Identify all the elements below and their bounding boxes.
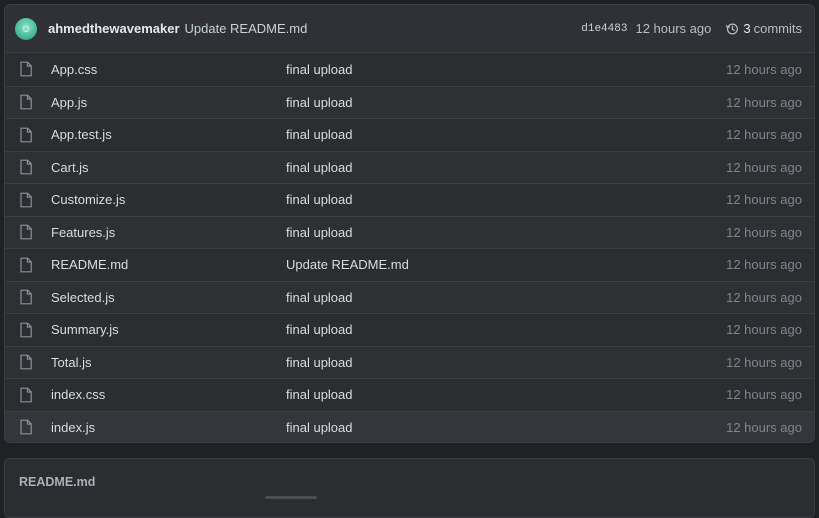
- file-icon: [19, 419, 35, 435]
- file-commit-age: 12 hours ago: [726, 419, 802, 435]
- file-row[interactable]: index.js final upload 12 hours ago: [5, 410, 814, 442]
- file-commit-age: 12 hours ago: [726, 387, 802, 403]
- readme-panel: README.md: [4, 458, 815, 518]
- file-commit-message-link[interactable]: Update README.md: [286, 257, 726, 272]
- file-row[interactable]: Total.js final upload 12 hours ago: [5, 345, 814, 378]
- file-name-link[interactable]: App.js: [51, 95, 286, 110]
- file-name-link[interactable]: index.css: [51, 387, 286, 402]
- file-row[interactable]: Selected.js final upload 12 hours ago: [5, 280, 814, 313]
- commit-time: 12 hours ago: [635, 21, 712, 36]
- file-commit-age: 12 hours ago: [726, 322, 802, 338]
- file-row[interactable]: index.css final upload 12 hours ago: [5, 378, 814, 411]
- file-name-link[interactable]: App.test.js: [51, 127, 286, 142]
- readme-title[interactable]: README.md: [19, 475, 95, 489]
- file-commit-message-link[interactable]: final upload: [286, 355, 726, 370]
- file-commit-message-link[interactable]: final upload: [286, 95, 726, 110]
- file-commit-message-link[interactable]: final upload: [286, 160, 726, 175]
- file-commit-age: 12 hours ago: [726, 159, 802, 175]
- file-name-link[interactable]: Cart.js: [51, 160, 286, 175]
- latest-commit-bar: ☺ ahmedthewavemaker Update README.md d1e…: [5, 5, 814, 53]
- file-commit-message-link[interactable]: final upload: [286, 420, 726, 435]
- readme-divider: [265, 496, 317, 499]
- file-row[interactable]: App.css final upload 12 hours ago: [5, 53, 814, 86]
- file-commit-message-link[interactable]: final upload: [286, 127, 726, 142]
- file-row[interactable]: README.md Update README.md 12 hours ago: [5, 248, 814, 281]
- commits-label: commits: [753, 21, 802, 36]
- file-icon: [19, 127, 35, 143]
- file-commit-age: 12 hours ago: [726, 127, 802, 143]
- file-name-link[interactable]: Summary.js: [51, 322, 286, 337]
- commits-history-link[interactable]: 3 commits: [725, 21, 802, 36]
- file-name-link[interactable]: Customize.js: [51, 192, 286, 207]
- avatar[interactable]: ☺: [15, 17, 37, 40]
- file-row[interactable]: App.js final upload 12 hours ago: [5, 85, 814, 118]
- file-name-link[interactable]: Selected.js: [51, 290, 286, 305]
- file-icon: [19, 322, 35, 338]
- commit-sha-link[interactable]: d1e4483: [581, 23, 627, 35]
- file-commit-message-link[interactable]: final upload: [286, 62, 726, 77]
- file-commit-age: 12 hours ago: [726, 257, 802, 273]
- file-commit-age: 12 hours ago: [726, 61, 802, 77]
- file-icon: [19, 192, 35, 208]
- file-commit-message-link[interactable]: final upload: [286, 225, 726, 240]
- file-row[interactable]: Features.js final upload 12 hours ago: [5, 215, 814, 248]
- history-icon: [726, 22, 739, 35]
- file-commit-age: 12 hours ago: [726, 354, 802, 370]
- file-icon: [19, 289, 35, 305]
- file-browser: ☺ ahmedthewavemaker Update README.md d1e…: [4, 4, 815, 443]
- file-commit-message-link[interactable]: final upload: [286, 322, 726, 337]
- file-name-link[interactable]: Features.js: [51, 225, 286, 240]
- file-name-link[interactable]: README.md: [51, 257, 286, 272]
- file-row[interactable]: App.test.js final upload 12 hours ago: [5, 118, 814, 151]
- file-commit-age: 12 hours ago: [726, 289, 802, 305]
- file-commit-message-link[interactable]: final upload: [286, 192, 726, 207]
- file-icon: [19, 387, 35, 403]
- file-list: App.css final upload 12 hours ago App.js fin…: [5, 53, 814, 442]
- commits-count: 3: [743, 21, 751, 36]
- file-commit-age: 12 hours ago: [726, 94, 802, 110]
- file-name-link[interactable]: Total.js: [51, 355, 286, 370]
- file-name-link[interactable]: App.css: [51, 62, 286, 77]
- file-icon: [19, 61, 35, 77]
- file-icon: [19, 224, 35, 240]
- file-commit-age: 12 hours ago: [726, 192, 802, 208]
- file-row[interactable]: Customize.js final upload 12 hours ago: [5, 183, 814, 216]
- file-icon: [19, 354, 35, 370]
- commit-author-link[interactable]: ahmedthewavemaker: [48, 21, 180, 36]
- file-row[interactable]: Summary.js final upload 12 hours ago: [5, 313, 814, 346]
- file-icon: [19, 257, 35, 273]
- file-icon: [19, 159, 35, 175]
- file-commit-message-link[interactable]: final upload: [286, 387, 726, 402]
- file-commit-age: 12 hours ago: [726, 224, 802, 240]
- file-icon: [19, 94, 35, 110]
- file-commit-message-link[interactable]: final upload: [286, 290, 726, 305]
- commit-message-link[interactable]: Update README.md: [185, 21, 308, 36]
- file-name-link[interactable]: index.js: [51, 420, 286, 435]
- file-row[interactable]: Cart.js final upload 12 hours ago: [5, 150, 814, 183]
